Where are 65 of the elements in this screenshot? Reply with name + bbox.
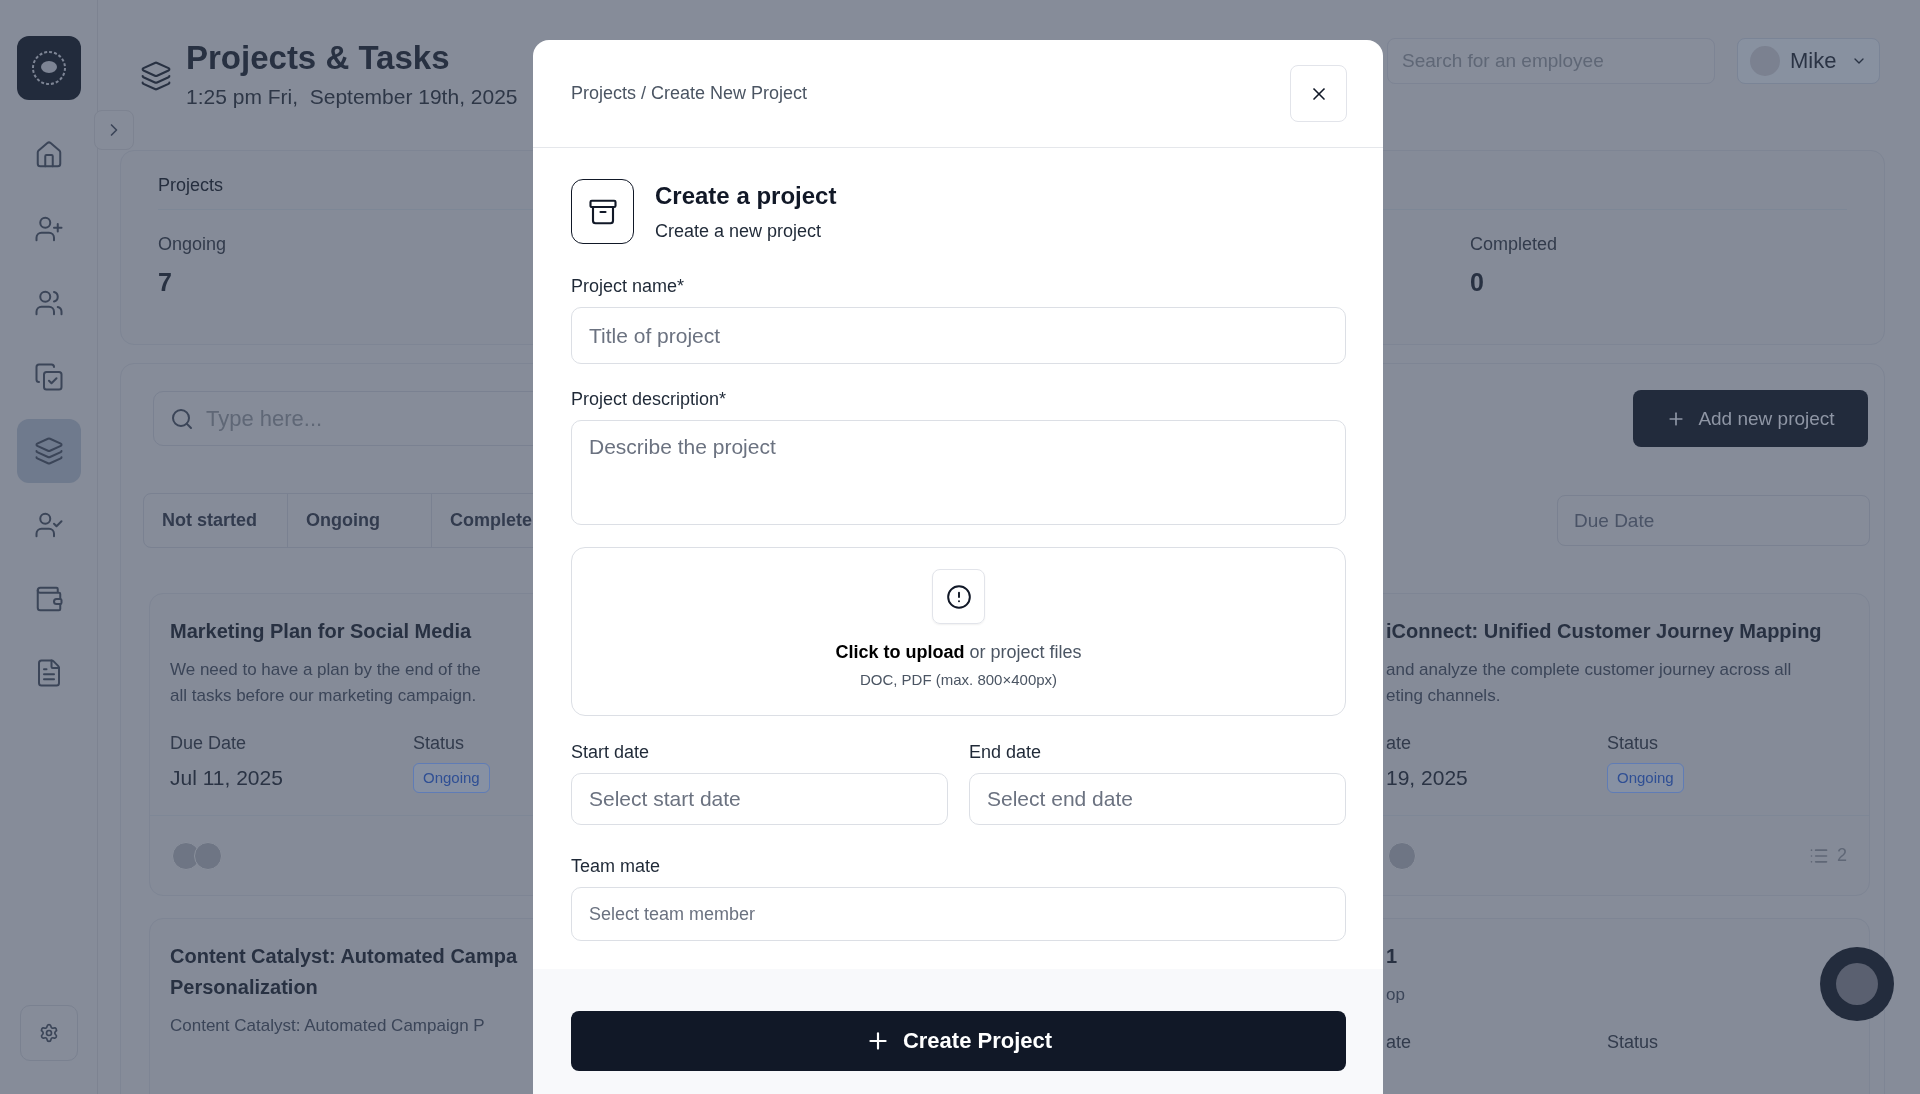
due-date-value: Jul 11, 2025 bbox=[170, 765, 284, 791]
field-label: Start date bbox=[571, 741, 651, 763]
stat-value: 0 bbox=[1469, 267, 1485, 298]
project-description-field[interactable]: Describe the project bbox=[571, 420, 1346, 525]
upload-hint: DOC, PDF (max. 800×400px) bbox=[859, 671, 1058, 688]
project-description: We need to have a plan by the end of the bbox=[170, 659, 482, 681]
filter-tab[interactable]: Not started bbox=[144, 494, 288, 547]
filter-tab[interactable]: Ongoing bbox=[288, 494, 432, 547]
status-label: Status bbox=[1607, 1031, 1660, 1054]
date-field[interactable]: Select end date bbox=[969, 773, 1346, 825]
date-time: 1:25 pm Fri, September 19th, 2025 bbox=[186, 84, 518, 110]
project-description: and analyze the complete customer journey across all bbox=[1386, 659, 1793, 681]
project-title: Content Catalyst: Automated Campa bbox=[170, 944, 519, 969]
breadcrumb: Projects / Create New Project bbox=[571, 83, 808, 104]
project-description: eting channels. bbox=[1386, 685, 1502, 707]
project-description: op bbox=[1386, 984, 1406, 1006]
logo[interactable] bbox=[16, 36, 81, 100]
page-title: Projects & Tasks bbox=[186, 38, 451, 78]
status-badge: Ongoing bbox=[413, 763, 490, 793]
project-name-field[interactable]: Title of project bbox=[571, 307, 1346, 364]
due-date-value: 19, 2025 bbox=[1386, 765, 1469, 791]
stat-value: 7 bbox=[158, 267, 173, 298]
project-title: Personalization bbox=[170, 975, 319, 1000]
sidebar-toggle-button[interactable] bbox=[94, 110, 134, 150]
due-date-filter[interactable]: Due Date bbox=[1557, 495, 1870, 546]
due-date-label: ate bbox=[1386, 732, 1413, 755]
dialog-subheading: Create a new project bbox=[655, 220, 823, 243]
field-label: Project description* bbox=[571, 388, 728, 410]
avatar bbox=[1388, 841, 1416, 870]
create-project-button[interactable]: Create Project bbox=[571, 1011, 1346, 1071]
copy-check-icon bbox=[33, 362, 64, 392]
alert-glyph bbox=[945, 583, 972, 610]
settings-icon bbox=[38, 1023, 59, 1043]
settings-button[interactable] bbox=[19, 1005, 78, 1061]
field-label: End date bbox=[969, 741, 1043, 763]
status-label: Status bbox=[413, 732, 466, 755]
search-icon bbox=[170, 406, 194, 431]
nav-item[interactable] bbox=[16, 419, 81, 483]
project-title: Marketing Plan for Social Media bbox=[170, 619, 473, 644]
layers-icon bbox=[33, 436, 64, 466]
project-description: all tasks before our marketing campaign. bbox=[170, 685, 478, 707]
dialog-heading: Create a project bbox=[655, 181, 837, 211]
team-member-field[interactable]: Select team member bbox=[571, 887, 1346, 941]
status-label: Status bbox=[1607, 732, 1660, 755]
avatar bbox=[194, 841, 222, 870]
status-badge: Ongoing bbox=[1607, 763, 1684, 793]
avatar bbox=[1836, 963, 1878, 1005]
due-date-label: Due Date bbox=[170, 732, 248, 755]
project-title: iConnect: Unified Customer Journey Mapping bbox=[1386, 619, 1823, 644]
due-date-label: ate bbox=[1386, 1031, 1413, 1054]
project-description: Content Catalyst: Automated Campaign P bbox=[170, 1015, 486, 1037]
upload-area[interactable]: Click to upload or project files DOC, PDF (max. 800×400px) bbox=[571, 547, 1346, 716]
field-label: Team mate bbox=[571, 855, 662, 877]
project-title: 1 bbox=[1386, 944, 1399, 969]
add-project-button[interactable]: Add new project bbox=[1633, 390, 1868, 447]
user-plus-icon bbox=[33, 214, 64, 244]
user-menu-button[interactable]: Mike bbox=[1737, 38, 1880, 84]
users-icon bbox=[33, 288, 64, 318]
stat-label: Ongoing bbox=[158, 233, 227, 256]
date-field[interactable]: Select start date bbox=[571, 773, 948, 825]
field-label: Project name* bbox=[571, 275, 686, 297]
user-check-icon bbox=[33, 510, 64, 540]
upload-text: Click to upload or project files bbox=[835, 642, 1082, 663]
layers-icon bbox=[140, 60, 172, 92]
stat-label: Completed bbox=[1469, 233, 1557, 256]
